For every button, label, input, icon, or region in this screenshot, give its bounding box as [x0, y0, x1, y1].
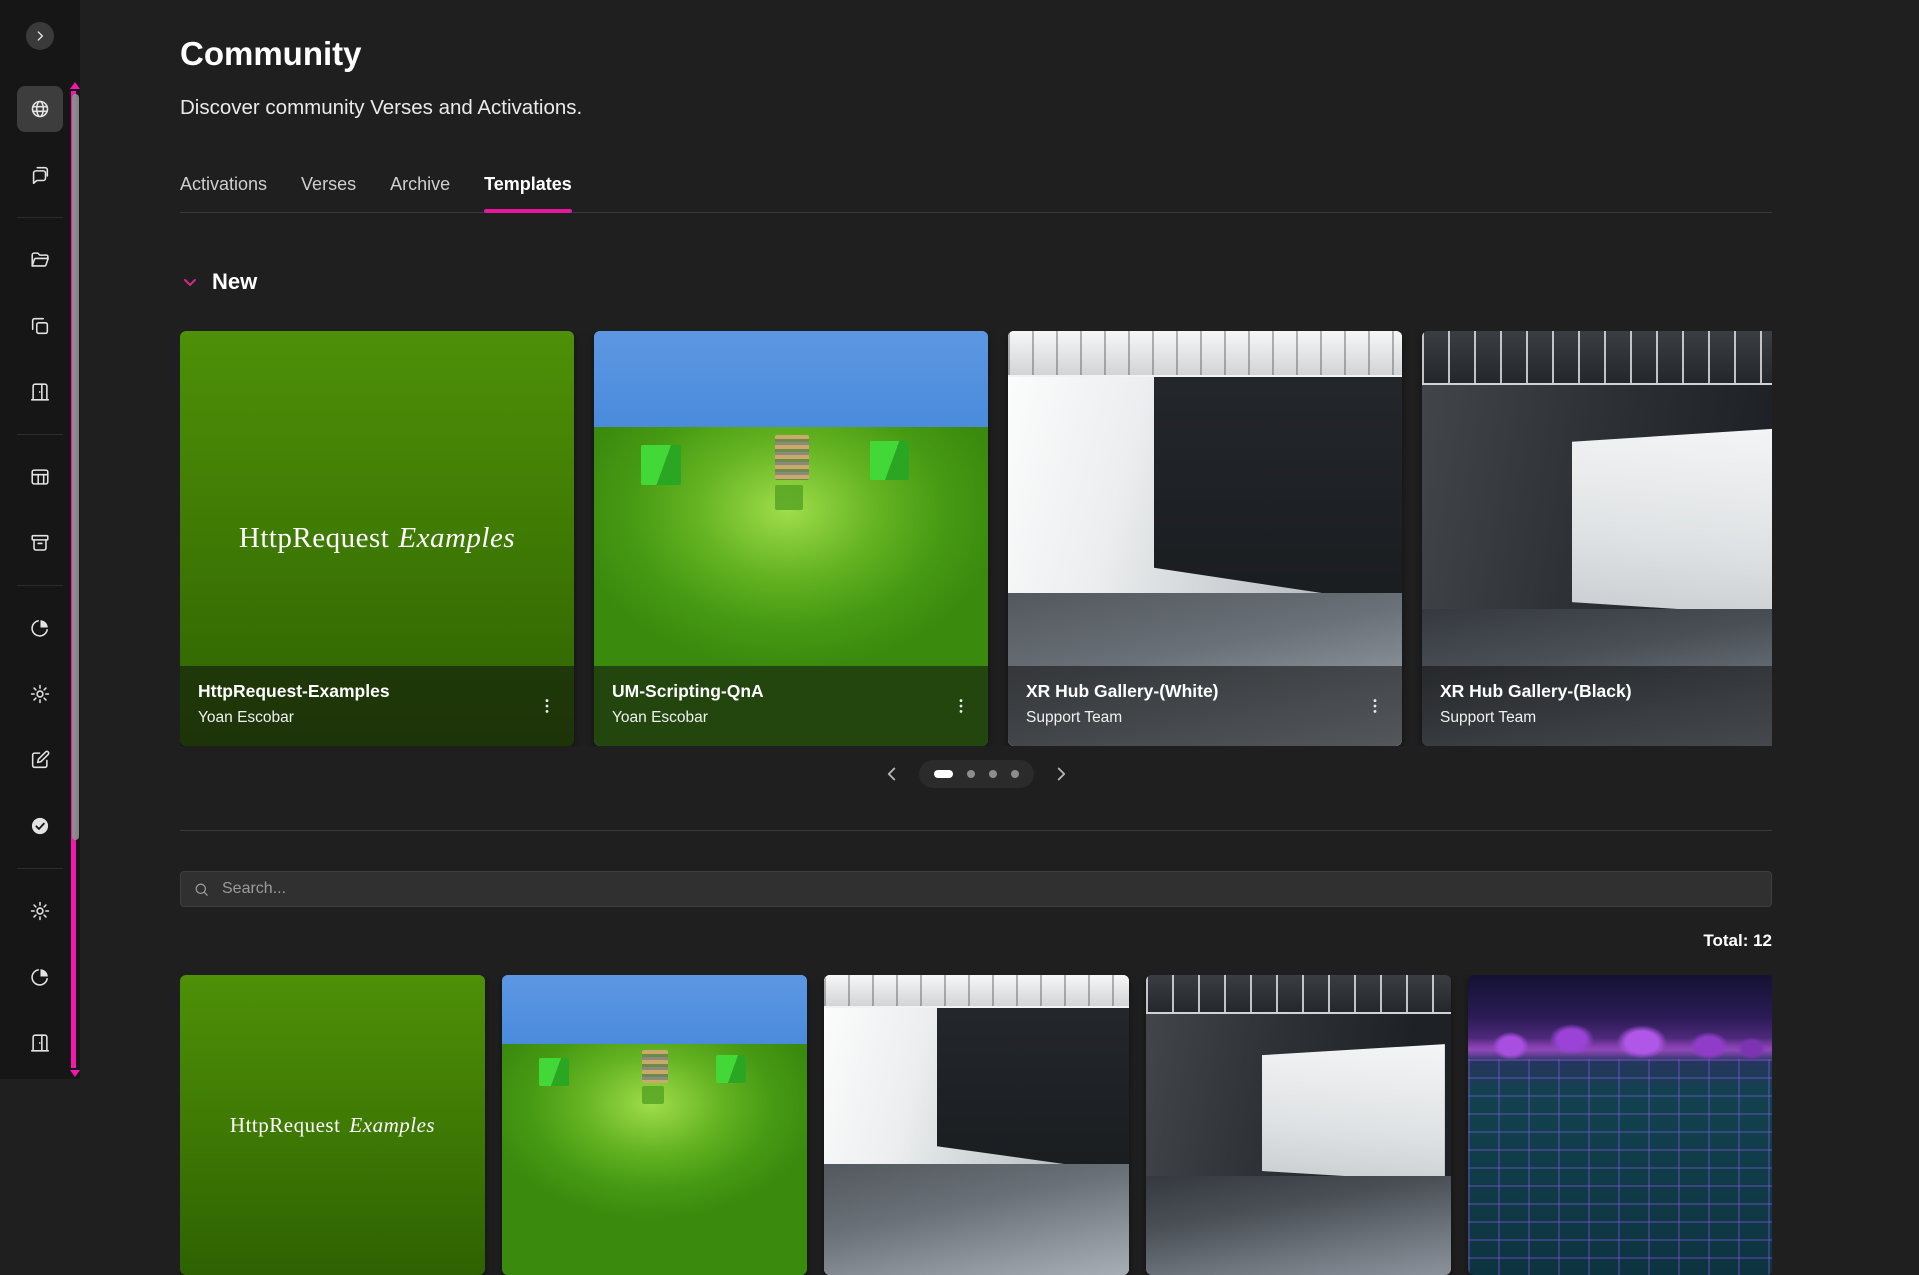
kebab-menu-icon[interactable] — [1358, 689, 1392, 723]
result-thumbnail[interactable] — [1146, 975, 1451, 1275]
tab-archive[interactable]: Archive — [390, 172, 450, 212]
content-scrollbar[interactable] — [68, 82, 82, 1079]
data-table-icon — [29, 466, 51, 488]
sidebar-item-rooms[interactable] — [17, 369, 63, 415]
template-card[interactable]: HttpRequestExamples HttpRequest-Examples… — [180, 331, 574, 746]
sidebar-expand-button[interactable] — [26, 22, 54, 50]
thumbnail-caption: HttpRequestExamples — [180, 1113, 485, 1138]
sidebar-item-approvals[interactable] — [17, 803, 63, 849]
sidebar-item-archive[interactable] — [17, 520, 63, 566]
search-input[interactable] — [220, 879, 1759, 899]
check-circle-icon — [29, 815, 51, 837]
door-icon — [29, 1032, 51, 1054]
thumbnail-caption: HttpRequestExamples — [180, 522, 574, 555]
carousel-dot-1[interactable] — [934, 770, 953, 778]
tab-activations[interactable]: Activations — [180, 172, 267, 212]
scrollbar-thumb[interactable] — [72, 94, 79, 840]
card-footer: XR Hub Gallery-(Black) Support Team — [1422, 666, 1772, 746]
sidebar-item-analytics[interactable] — [17, 605, 63, 651]
card-title: HttpRequest-Examples — [198, 681, 556, 702]
pie-chart-icon — [29, 966, 51, 988]
scroll-down-arrow-icon[interactable] — [70, 1070, 80, 1077]
sidebar-separator — [17, 217, 63, 218]
carousel-dot-4[interactable] — [1011, 770, 1019, 778]
result-thumbnail[interactable]: HttpRequestExamples — [180, 975, 485, 1275]
sidebar-item-admin-analytics[interactable] — [17, 954, 63, 1000]
page-title: Community — [180, 34, 1772, 74]
chevron-left-icon — [881, 763, 903, 785]
black-gallery-thumbnail — [1146, 975, 1451, 1275]
archive-box-icon — [29, 532, 51, 554]
card-title: XR Hub Gallery-(White) — [1026, 681, 1384, 702]
white-gallery-thumbnail — [824, 975, 1129, 1275]
carousel-pagination — [180, 760, 1772, 788]
sidebar-separator — [17, 434, 63, 435]
section-new-title: New — [212, 269, 257, 295]
chevron-down-icon[interactable] — [180, 272, 200, 292]
result-thumbnail[interactable] — [502, 975, 807, 1275]
vaporwave-thumbnail — [1468, 975, 1772, 1275]
sidebar-item-tables[interactable] — [17, 454, 63, 500]
template-card[interactable]: XR Hub Gallery-(White) Support Team — [1008, 331, 1402, 746]
kebab-menu-icon[interactable] — [530, 689, 564, 723]
total-count: Total: 12 — [180, 931, 1772, 951]
chevron-right-icon — [33, 29, 47, 43]
chevron-right-icon — [1050, 763, 1072, 785]
pie-chart-icon — [29, 617, 51, 639]
template-card[interactable]: XR Hub Gallery-(Black) Support Team — [1422, 331, 1772, 746]
sidebar-item-admin-settings[interactable] — [17, 888, 63, 934]
carousel-dot-2[interactable] — [967, 770, 975, 778]
sidebar-item-community[interactable] — [17, 86, 63, 132]
tab-templates[interactable]: Templates — [484, 172, 572, 212]
door-icon — [29, 381, 51, 403]
grass-field-thumbnail — [502, 975, 807, 1275]
globe-icon — [29, 98, 51, 120]
card-author: Support Team — [1026, 709, 1384, 727]
page-subtitle: Discover community Verses and Activation… — [180, 96, 1772, 120]
card-footer: HttpRequest-Examples Yoan Escobar — [180, 666, 574, 746]
chat-bubbles-icon — [29, 164, 51, 186]
gear-icon — [29, 900, 51, 922]
copy-stack-icon — [29, 315, 51, 337]
kebab-menu-icon[interactable] — [944, 689, 978, 723]
folder-icon — [29, 249, 51, 271]
card-footer: UM-Scripting-QnA Yoan Escobar — [594, 666, 988, 746]
template-card[interactable]: UM-Scripting-QnA Yoan Escobar — [594, 331, 988, 746]
search-icon — [193, 881, 210, 898]
template-carousel: HttpRequestExamples HttpRequest-Examples… — [180, 331, 1772, 746]
results-grid: HttpRequestExamples — [180, 975, 1772, 1275]
sidebar-item-collections[interactable] — [17, 303, 63, 349]
carousel-dot-3[interactable] — [989, 770, 997, 778]
card-title: UM-Scripting-QnA — [612, 681, 970, 702]
sidebar-separator — [17, 868, 63, 869]
tab-bar: Activations Verses Archive Templates — [180, 172, 1772, 213]
card-author: Yoan Escobar — [198, 709, 556, 727]
section-new-header: New — [180, 251, 1772, 314]
sidebar-item-compose[interactable] — [17, 737, 63, 783]
sidebar-item-files[interactable] — [17, 237, 63, 283]
carousel-prev-button[interactable] — [881, 763, 903, 785]
search-bar — [180, 871, 1772, 907]
carousel-next-button[interactable] — [1050, 763, 1072, 785]
sidebar-item-settings[interactable] — [17, 671, 63, 717]
divider — [180, 830, 1772, 831]
main-content: Community Discover community Verses and … — [180, 0, 1772, 1079]
result-thumbnail[interactable] — [824, 975, 1129, 1275]
sidebar-separator — [17, 585, 63, 586]
green-title-card-thumbnail: HttpRequestExamples — [180, 975, 485, 1275]
edit-note-icon — [29, 749, 51, 771]
card-title: XR Hub Gallery-(Black) — [1440, 681, 1772, 702]
carousel-dots — [919, 760, 1034, 788]
result-thumbnail[interactable] — [1468, 975, 1772, 1275]
tab-verses[interactable]: Verses — [301, 172, 356, 212]
scroll-up-arrow-icon[interactable] — [70, 82, 80, 89]
sidebar-item-bottom[interactable] — [17, 1020, 63, 1066]
sidebar-item-chat[interactable] — [17, 152, 63, 198]
card-author: Yoan Escobar — [612, 709, 970, 727]
card-footer: XR Hub Gallery-(White) Support Team — [1008, 666, 1402, 746]
gear-icon — [29, 683, 51, 705]
card-author: Support Team — [1440, 709, 1772, 727]
